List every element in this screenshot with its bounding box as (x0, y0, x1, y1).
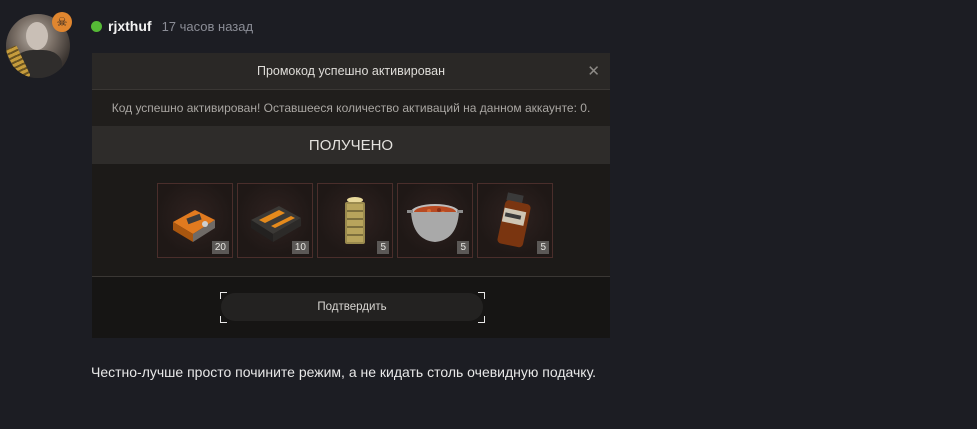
item-count: 5 (537, 241, 549, 254)
comment-text: Честно-лучше просто почините режим, а не… (91, 364, 597, 380)
focus-corner (220, 316, 227, 323)
reward-item: 5 (477, 183, 553, 258)
reward-item: 10 (237, 183, 313, 258)
item-count: 20 (211, 241, 229, 254)
screenshot-image[interactable]: Промокод успешно активирован ✕ Код успеш… (92, 53, 610, 338)
reward-item: 20 (157, 183, 233, 258)
reward-item: 5 (317, 183, 393, 258)
focus-corner (220, 292, 227, 299)
item-count: 10 (291, 241, 309, 254)
reward-item: 5 (397, 183, 473, 258)
battery-icon (345, 197, 365, 244)
close-icon: ✕ (587, 63, 600, 80)
dialog-footer: Подтвердить (92, 277, 610, 338)
medicine-jar-icon (497, 192, 531, 248)
username[interactable]: rjxthuf (108, 18, 152, 34)
focus-corner (478, 292, 485, 299)
online-status-icon (91, 20, 102, 32)
dialog-message: Код успешно активирован! Оставшееся коли… (92, 90, 610, 126)
post-header: rjxthuf 17 часов назад (91, 17, 253, 35)
reward-items: 20 10 5 5 5 (157, 183, 553, 258)
avatar[interactable]: ☠ (6, 12, 72, 78)
skull-icon: ☠ (52, 12, 72, 32)
received-heading: ПОЛУЧЕНО (92, 126, 610, 164)
timestamp: 17 часов назад (161, 18, 254, 34)
food-pot-icon (407, 204, 463, 242)
dialog-title-bar: Промокод успешно активирован ✕ (92, 53, 610, 90)
focus-corner (478, 316, 485, 323)
item-count: 5 (377, 241, 389, 254)
item-count: 5 (457, 241, 469, 254)
confirm-button[interactable]: Подтвердить (221, 293, 483, 321)
dialog-title: Промокод успешно активирован (256, 64, 446, 78)
